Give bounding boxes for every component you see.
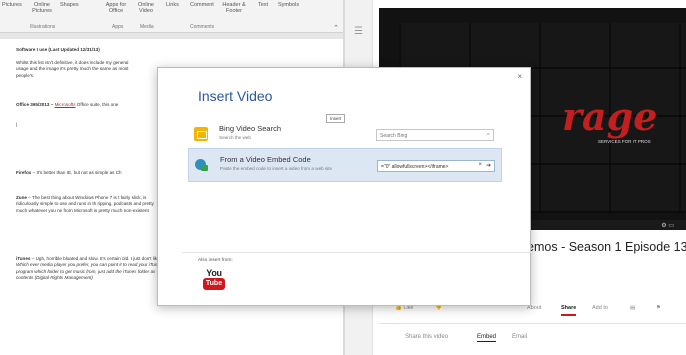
share-this-video-tab[interactable]: Share this video (405, 334, 448, 340)
ribbon-group-media: Media (140, 24, 154, 30)
stats-icon[interactable]: ▤ (630, 305, 635, 311)
ruler (0, 33, 343, 39)
ribbon-apps-for-office[interactable]: Apps for Office (104, 2, 128, 14)
ribbon-links[interactable]: Links (166, 2, 179, 8)
also-insert-label: Also insert from: (198, 258, 233, 263)
insert-arrow-icon[interactable]: ➔ (486, 162, 491, 169)
ribbon-comment[interactable]: Comment (190, 2, 214, 8)
ribbon-text[interactable]: Text (258, 2, 268, 8)
youtube-logo-you: You (206, 268, 222, 278)
youtube-logo-tube: Tube (203, 278, 225, 290)
insert-video-dialog: × Insert Video Bing Video Search Search … (157, 67, 532, 306)
ribbon-online-video[interactable]: Online Video (135, 2, 157, 14)
settings-icon[interactable]: ⚙ ▭ (661, 222, 674, 229)
ribbon-group-illustrations: Illustrations (30, 24, 56, 30)
ribbon-header-footer[interactable]: Header & Footer (222, 2, 246, 14)
clear-icon[interactable]: × (478, 162, 482, 168)
heading-software: Software I use (Last Updated 12/31/13) (16, 47, 100, 52)
paragraph-intro: Whilst this list isn't definitive, it do… (16, 60, 129, 78)
ribbon-pictures[interactable]: Pictures (2, 2, 22, 8)
email-tab[interactable]: Email (512, 334, 527, 340)
embed-code-option[interactable]: From a Video Embed Code Paste the embed … (188, 148, 502, 182)
search-icon[interactable]: ⌕ (486, 131, 490, 139)
bing-search-input[interactable] (380, 131, 475, 140)
embed-tab[interactable]: Embed (477, 334, 497, 342)
bing-video-search-option[interactable]: Bing Video Search Search the web ⌕ (188, 118, 502, 152)
link-microsofts[interactable]: Microsofts (55, 102, 76, 107)
video-tagline: SERVICES FOR IT PROS (598, 139, 651, 144)
menu-icon[interactable]: ☰ (354, 26, 363, 37)
youtube-logo-button[interactable]: You Tube (202, 268, 226, 300)
ribbon-symbols[interactable]: Symbols (278, 2, 299, 8)
share-panel: Share this video Embed Email (379, 323, 686, 351)
flag-icon[interactable]: ⚑ (656, 305, 661, 311)
ribbon: Pictures Online Pictures Shapes Apps for… (0, 0, 343, 33)
embed-option-title: From a Video Embed Code (220, 155, 311, 164)
paragraph-zune: Zune – The best thing about Windows Phon… (16, 195, 154, 213)
dialog-title: Insert Video (198, 88, 273, 104)
bing-option-desc: Search the web (219, 135, 251, 140)
video-title: Demos - Season 1 Episode 13 I (518, 240, 686, 254)
insert-tooltip: Insert (326, 114, 346, 123)
add-to-tab[interactable]: Add to (592, 305, 608, 311)
embed-option-desc: Paste the embed code to insert a video f… (220, 166, 333, 171)
bing-video-icon (194, 127, 208, 141)
embed-code-input[interactable] (381, 162, 471, 171)
embed-globe-icon (195, 158, 209, 172)
close-icon[interactable]: × (517, 72, 522, 81)
ribbon-shapes[interactable]: Shapes (60, 2, 79, 8)
ribbon-group-apps: Apps (112, 24, 124, 30)
divider (182, 252, 532, 253)
bing-option-title: Bing Video Search (219, 124, 281, 133)
ribbon-online-pictures[interactable]: Online Pictures (30, 2, 54, 14)
action-bar: 👍 Like 👎 About Share Add to ▤ ⚑ (395, 305, 685, 319)
ribbon-collapse-icon[interactable]: ⌃ (333, 24, 339, 32)
share-tab[interactable]: Share (561, 305, 577, 316)
bing-search-box: ⌕ (376, 129, 494, 141)
embed-code-box: × ➔ (377, 160, 495, 172)
video-logo: rage (562, 94, 658, 139)
ribbon-group-comments: Comments (190, 24, 215, 30)
